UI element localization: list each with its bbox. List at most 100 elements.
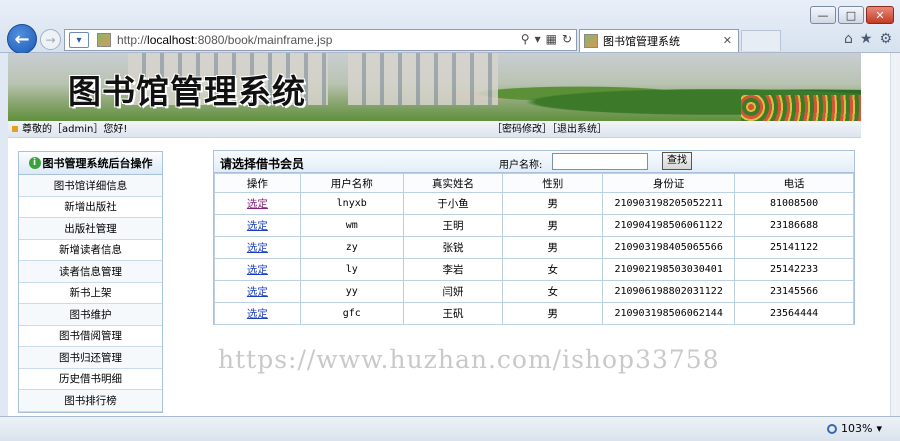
- gender-cell: 男: [502, 192, 604, 215]
- panel-header: 请选择借书会员 用户名称: 查找: [214, 151, 854, 173]
- select-member-link[interactable]: 选定: [247, 264, 268, 276]
- sidebar-item-book-ranking[interactable]: 图书排行榜: [19, 390, 162, 412]
- select-member-link[interactable]: 选定: [247, 220, 268, 232]
- sidebar: i 图书管理系统后台操作 图书馆详细信息 新增出版社 出版社管理 新增读者信息 …: [18, 151, 163, 413]
- compat-view-icon[interactable]: ▦: [546, 32, 557, 46]
- realname-cell: 闫妍: [402, 280, 504, 303]
- sidebar-item-borrow-management[interactable]: 图书借阅管理: [19, 325, 162, 347]
- gender-cell: 男: [502, 302, 604, 325]
- browser-toolbar-icons: ⌂ ★ ⚙: [844, 31, 892, 47]
- browser-chrome: — □ ✕ ← → ▾ http://localhost:8080/book/m…: [0, 0, 900, 54]
- banner-title: 图书馆管理系统: [68, 72, 306, 111]
- vertical-scrollbar[interactable]: [890, 53, 900, 416]
- search-button[interactable]: 查找: [662, 152, 692, 170]
- realname-cell: 王矾: [402, 302, 504, 325]
- url-host: localhost: [147, 33, 195, 47]
- phone-cell: 25142233: [734, 258, 854, 281]
- username-cell: wm: [299, 214, 404, 237]
- account-links[interactable]: ［密码修改］［退出系统］: [492, 121, 607, 138]
- search-icon[interactable]: ⚲: [521, 32, 530, 46]
- sidebar-item-add-publisher[interactable]: 新增出版社: [19, 196, 162, 218]
- member-table: 操作 用户名称 真实姓名 性别 身份证 电话 选定 lnyxb 于小鱼男 21090319820…: [214, 173, 854, 325]
- table-header-row: 操作 用户名称 真实姓名 性别 身份证 电话: [214, 173, 854, 193]
- url-path: :8080/book/mainframe.jsp: [194, 33, 333, 47]
- idcard-cell: 210904198506061122: [602, 214, 736, 237]
- banner-building: [348, 53, 498, 105]
- col-action-header: 操作: [214, 173, 301, 193]
- tab-title: 图书馆管理系统: [603, 35, 680, 48]
- idcard-cell: 210903198405065566: [602, 236, 736, 259]
- sidebar-item-reader-management[interactable]: 读者信息管理: [19, 261, 162, 283]
- zoom-control[interactable]: 103% ▾: [827, 422, 882, 435]
- idcard-cell: 210906198802031122: [602, 280, 736, 303]
- close-tab-icon[interactable]: ✕: [723, 34, 732, 47]
- action-cell: 选定: [214, 214, 301, 237]
- compatibility-view-icon[interactable]: ▾: [69, 32, 89, 48]
- action-cell: 选定: [214, 280, 301, 303]
- username-cell: yy: [299, 280, 404, 303]
- page-favicon-icon: [97, 33, 111, 47]
- table-row: 选定 zy 张锐男 210903198405065566 25141122: [214, 236, 854, 259]
- gender-cell: 男: [502, 214, 604, 237]
- member-select-panel: 请选择借书会员 用户名称: 查找 操作 用户名称 真实姓名 性别 身份证 电话 选定 lny…: [213, 150, 855, 325]
- col-phone-header: 电话: [734, 173, 854, 193]
- tab-library-system[interactable]: 图书馆管理系统 ✕: [579, 29, 739, 52]
- col-gender-header: 性别: [502, 173, 604, 193]
- phone-cell: 23145566: [734, 280, 854, 303]
- address-bar[interactable]: ▾ http://localhost:8080/book/mainframe.j…: [64, 29, 577, 51]
- maximize-button[interactable]: □: [838, 6, 864, 24]
- col-realname-header: 真实姓名: [402, 173, 504, 193]
- username-cell: gfc: [299, 302, 404, 325]
- sidebar-item-borrow-history[interactable]: 历史借书明细: [19, 368, 162, 390]
- realname-cell: 李岩: [402, 258, 504, 281]
- zoom-level: 103%: [841, 422, 873, 435]
- col-idcard-header: 身份证: [602, 173, 736, 193]
- refresh-icon[interactable]: ↻: [562, 32, 572, 46]
- zoom-dropdown-icon[interactable]: ▾: [876, 422, 882, 435]
- forward-button[interactable]: →: [40, 29, 61, 50]
- banner-flowers: [741, 95, 861, 121]
- favorites-star-icon[interactable]: ★: [860, 31, 873, 47]
- sidebar-item-add-reader[interactable]: 新增读者信息: [19, 239, 162, 261]
- table-row: 选定 lnyxb 于小鱼男 210903198205052211 81008500: [214, 192, 854, 215]
- table-row: 选定 wm 王明男 210904198506061122 23186688: [214, 214, 854, 237]
- action-cell: 选定: [214, 236, 301, 259]
- action-cell: 选定: [214, 302, 301, 325]
- select-member-link[interactable]: 选定: [247, 242, 268, 254]
- search-label: 用户名称:: [499, 160, 543, 171]
- back-arrow-icon: ←: [14, 28, 30, 50]
- banner: 图书馆管理系统: [8, 53, 861, 121]
- sidebar-item-new-books[interactable]: 新书上架: [19, 282, 162, 304]
- settings-gear-icon[interactable]: ⚙: [879, 31, 892, 47]
- sidebar-item-publisher-management[interactable]: 出版社管理: [19, 218, 162, 240]
- home-icon[interactable]: ⌂: [844, 31, 853, 47]
- watermark-text: https://www.huzhan.com/ishop33758: [218, 345, 720, 374]
- username-cell: zy: [299, 236, 404, 259]
- zoom-magnifier-icon: [827, 423, 838, 434]
- sidebar-item-book-maintenance[interactable]: 图书维护: [19, 304, 162, 326]
- realname-cell: 张锐: [402, 236, 504, 259]
- panel-title: 请选择借书会员: [220, 157, 305, 171]
- back-button[interactable]: ←: [7, 24, 37, 54]
- sidebar-item-return-management[interactable]: 图书归还管理: [19, 347, 162, 369]
- username-search-input[interactable]: [552, 153, 648, 170]
- url-text[interactable]: http://localhost:8080/book/mainframe.jsp: [117, 33, 332, 47]
- sidebar-item-library-info[interactable]: 图书馆详细信息: [19, 175, 162, 197]
- table-row: 选定 ly 李岩女 210902198503030401 25142233: [214, 258, 854, 281]
- gender-cell: 女: [502, 280, 604, 303]
- window-controls: — □ ✕: [810, 6, 894, 24]
- close-window-button[interactable]: ✕: [866, 6, 894, 24]
- minimize-button[interactable]: —: [810, 6, 836, 24]
- select-member-link[interactable]: 选定: [247, 308, 268, 320]
- tab-favicon-icon: [584, 34, 598, 48]
- col-username-header: 用户名称: [299, 173, 404, 193]
- sidebar-heading: i 图书管理系统后台操作: [19, 152, 162, 175]
- user-greeting: 尊敬的［admin］您好!: [22, 124, 128, 135]
- select-member-link[interactable]: 选定: [247, 286, 268, 298]
- select-member-link[interactable]: 选定: [247, 198, 268, 210]
- action-cell: 选定: [214, 192, 301, 215]
- new-tab-button[interactable]: [741, 30, 781, 51]
- sidebar-heading-text: 图书管理系统后台操作: [42, 157, 153, 170]
- dropdown-icon[interactable]: ▾: [535, 32, 541, 46]
- username-cell: lnyxb: [299, 192, 404, 215]
